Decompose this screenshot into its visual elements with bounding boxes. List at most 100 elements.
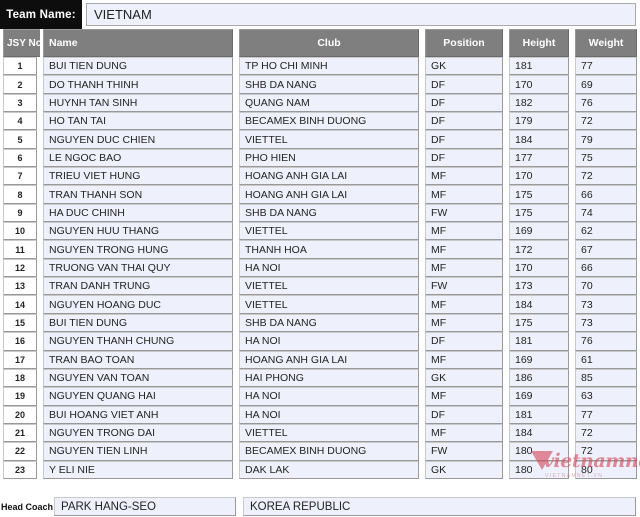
cell-height[interactable]: 170 [506, 75, 572, 94]
cell-player-name[interactable]: HUYNH TAN SINH [40, 93, 236, 113]
cell-position[interactable]: DF [422, 405, 506, 424]
cell-position[interactable]: MF [422, 222, 506, 241]
cell-club[interactable]: HA NOI [236, 387, 422, 406]
cell-weight[interactable]: 73 [572, 313, 640, 333]
cell-player-name[interactable]: NGUYEN DUC CHIEN [40, 130, 236, 149]
cell-player-name[interactable]: BUI TIEN DUNG [40, 57, 236, 76]
cell-height[interactable]: 181 [506, 57, 572, 76]
cell-jsy-no[interactable]: 12 [0, 258, 40, 278]
cell-position[interactable]: MF [422, 313, 506, 333]
cell-weight[interactable]: 79 [572, 130, 640, 149]
cell-jsy-no[interactable]: 18 [0, 368, 40, 388]
cell-jsy-no[interactable]: 21 [0, 423, 40, 443]
cell-height[interactable]: 170 [506, 258, 572, 278]
cell-weight[interactable]: 72 [572, 167, 640, 186]
cell-position[interactable]: DF [422, 332, 506, 351]
cell-jsy-no[interactable]: 5 [0, 130, 40, 149]
cell-club[interactable]: HA NOI [236, 332, 422, 351]
cell-height[interactable]: 181 [506, 405, 572, 424]
cell-height[interactable]: 182 [506, 93, 572, 113]
cell-height[interactable]: 173 [506, 277, 572, 296]
cell-weight[interactable]: 77 [572, 57, 640, 76]
cell-weight[interactable]: 63 [572, 387, 640, 406]
cell-height[interactable]: 172 [506, 240, 572, 259]
cell-height[interactable]: 184 [506, 130, 572, 149]
cell-jsy-no[interactable]: 11 [0, 240, 40, 259]
cell-jsy-no[interactable]: 19 [0, 387, 40, 406]
cell-position[interactable]: MF [422, 240, 506, 259]
cell-position[interactable]: FW [422, 442, 506, 461]
cell-player-name[interactable]: Y ELI NIE [40, 460, 236, 479]
cell-height[interactable]: 186 [506, 368, 572, 388]
cell-height[interactable]: 170 [506, 167, 572, 186]
cell-player-name[interactable]: NGUYEN TRONG HUNG [40, 240, 236, 259]
cell-jsy-no[interactable]: 20 [0, 405, 40, 424]
cell-player-name[interactable]: NGUYEN THANH CHUNG [40, 332, 236, 351]
cell-club[interactable]: HA NOI [236, 405, 422, 424]
cell-jsy-no[interactable]: 9 [0, 203, 40, 223]
cell-position[interactable]: MF [422, 295, 506, 314]
cell-height[interactable]: 175 [506, 313, 572, 333]
cell-player-name[interactable]: HO TAN TAI [40, 112, 236, 131]
head-coach-country-field[interactable]: KOREA REPUBLIC [243, 497, 636, 516]
cell-height[interactable]: 177 [506, 148, 572, 168]
cell-player-name[interactable]: BUI TIEN DUNG [40, 313, 236, 333]
cell-club[interactable]: BECAMEX BINH DUONG [236, 112, 422, 131]
cell-position[interactable]: GK [422, 57, 506, 76]
cell-club[interactable]: VIETTEL [236, 295, 422, 314]
cell-weight[interactable]: 76 [572, 93, 640, 113]
cell-club[interactable]: PHO HIEN [236, 148, 422, 168]
cell-weight[interactable]: 73 [572, 295, 640, 314]
cell-height[interactable]: 169 [506, 222, 572, 241]
cell-weight[interactable]: 62 [572, 222, 640, 241]
cell-position[interactable]: FW [422, 203, 506, 223]
cell-jsy-no[interactable]: 6 [0, 148, 40, 168]
cell-player-name[interactable]: TRAN THANH SON [40, 185, 236, 204]
cell-jsy-no[interactable]: 2 [0, 75, 40, 94]
cell-position[interactable]: MF [422, 350, 506, 369]
cell-club[interactable]: HA NOI [236, 258, 422, 278]
cell-weight[interactable]: 69 [572, 75, 640, 94]
cell-club[interactable]: SHB DA NANG [236, 75, 422, 94]
cell-weight[interactable]: 72 [572, 112, 640, 131]
cell-height[interactable]: 184 [506, 295, 572, 314]
cell-jsy-no[interactable]: 13 [0, 277, 40, 296]
cell-weight[interactable]: 75 [572, 148, 640, 168]
cell-club[interactable]: HAI PHONG [236, 368, 422, 388]
cell-height[interactable]: 180 [506, 442, 572, 461]
cell-position[interactable]: MF [422, 387, 506, 406]
cell-position[interactable]: GK [422, 368, 506, 388]
cell-club[interactable]: VIETTEL [236, 423, 422, 443]
cell-position[interactable]: MF [422, 258, 506, 278]
cell-weight[interactable]: 66 [572, 185, 640, 204]
cell-player-name[interactable]: NGUYEN QUANG HAI [40, 387, 236, 406]
cell-weight[interactable]: 74 [572, 203, 640, 223]
cell-jsy-no[interactable]: 3 [0, 93, 40, 113]
cell-weight[interactable]: 61 [572, 350, 640, 369]
cell-weight[interactable]: 77 [572, 405, 640, 424]
cell-weight[interactable]: 72 [572, 423, 640, 443]
cell-height[interactable]: 181 [506, 332, 572, 351]
cell-club[interactable]: HOANG ANH GIA LAI [236, 185, 422, 204]
cell-position[interactable]: MF [422, 423, 506, 443]
cell-club[interactable]: VIETTEL [236, 130, 422, 149]
cell-jsy-no[interactable]: 1 [0, 57, 40, 76]
cell-height[interactable]: 175 [506, 185, 572, 204]
cell-club[interactable]: TP HO CHI MINH [236, 57, 422, 76]
cell-jsy-no[interactable]: 17 [0, 350, 40, 369]
cell-height[interactable]: 175 [506, 203, 572, 223]
cell-jsy-no[interactable]: 23 [0, 460, 40, 479]
cell-club[interactable]: HOANG ANH GIA LAI [236, 167, 422, 186]
cell-player-name[interactable]: LE NGOC BAO [40, 148, 236, 168]
cell-player-name[interactable]: TRAN DANH TRUNG [40, 277, 236, 296]
cell-club[interactable]: DAK LAK [236, 460, 422, 479]
cell-jsy-no[interactable]: 22 [0, 442, 40, 461]
cell-player-name[interactable]: DO THANH THINH [40, 75, 236, 94]
cell-position[interactable]: DF [422, 75, 506, 94]
cell-player-name[interactable]: NGUYEN TRONG DAI [40, 423, 236, 443]
cell-position[interactable]: GK [422, 460, 506, 479]
cell-height[interactable]: 180 [506, 460, 572, 479]
cell-position[interactable]: MF [422, 167, 506, 186]
cell-club[interactable]: QUANG NAM [236, 93, 422, 113]
cell-club[interactable]: VIETTEL [236, 277, 422, 296]
